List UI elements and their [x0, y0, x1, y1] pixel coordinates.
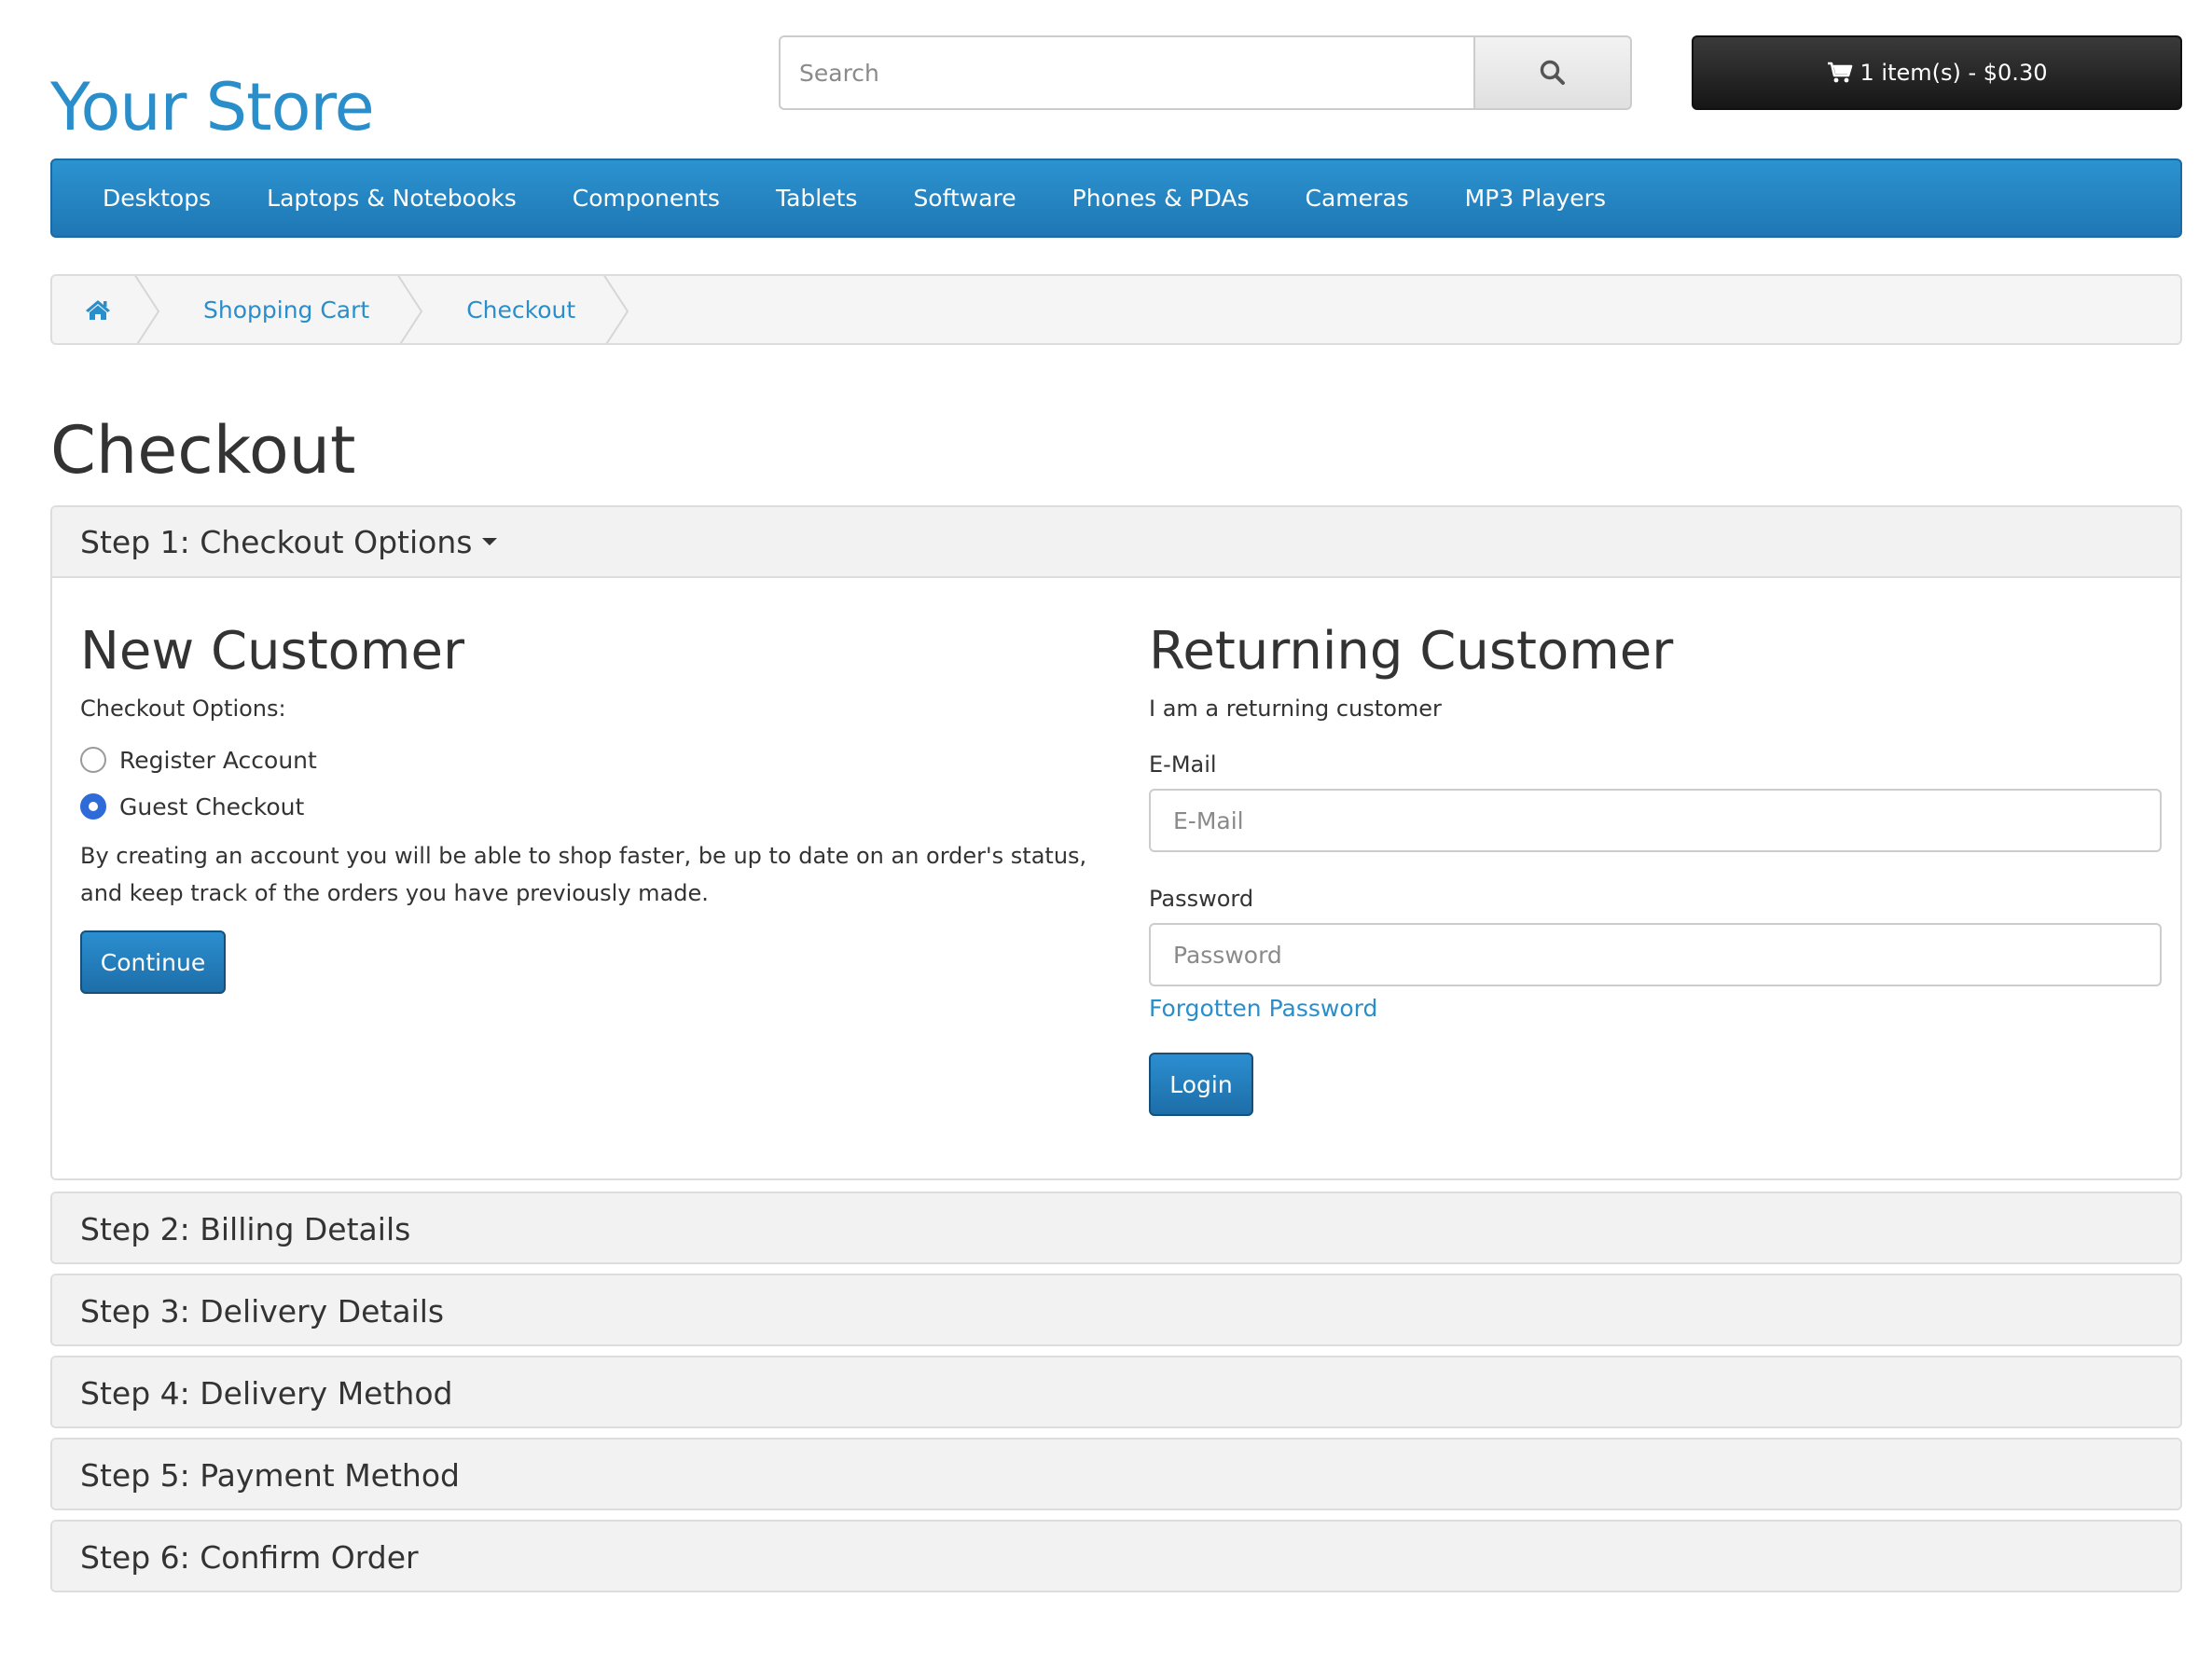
step-2-panel: Step 2: Billing Details — [50, 1192, 2182, 1264]
cart-button[interactable]: 1 item(s) - $0.30 — [1692, 35, 2182, 110]
returning-customer-subtitle: I am a returning customer — [1149, 696, 1442, 722]
step-2-heading[interactable]: Step 2: Billing Details — [52, 1193, 2180, 1262]
step-5-panel: Step 5: Payment Method — [50, 1438, 2182, 1510]
step-3-heading[interactable]: Step 3: Delivery Details — [52, 1275, 2180, 1344]
register-account-label: Register Account — [119, 746, 317, 774]
step-5-heading[interactable]: Step 5: Payment Method — [52, 1440, 2180, 1509]
search-bar — [779, 35, 1632, 110]
returning-customer-heading: Returning Customer — [1149, 621, 1674, 682]
breadcrumb-home[interactable] — [52, 276, 144, 343]
guest-checkout-radio[interactable] — [80, 793, 106, 820]
step-4-title: Step 4: Delivery Method — [80, 1374, 453, 1412]
step-1-title: Step 1: Checkout Options — [80, 523, 473, 560]
forgotten-password-link[interactable]: Forgotten Password — [1149, 995, 1377, 1022]
step-1-heading[interactable]: Step 1: Checkout Options — [52, 507, 2180, 578]
step-1-panel: Step 1: Checkout Options New Customer Ch… — [50, 505, 2182, 1180]
breadcrumb: Shopping Cart Checkout — [50, 274, 2182, 345]
step-3-title: Step 3: Delivery Details — [80, 1292, 445, 1329]
breadcrumb-checkout[interactable]: Checkout — [407, 276, 613, 343]
menu-item-phones-pdas[interactable]: Phones & PDAs — [1044, 158, 1278, 238]
continue-button[interactable]: Continue — [80, 930, 226, 994]
login-button[interactable]: Login — [1149, 1053, 1253, 1116]
step-6-heading[interactable]: Step 6: Confirm Order — [52, 1522, 2180, 1591]
breadcrumb-shopping-cart[interactable]: Shopping Cart — [144, 276, 407, 343]
step-6-title: Step 6: Confirm Order — [80, 1538, 419, 1576]
category-menu: Desktops Laptops & Notebooks Components … — [50, 158, 2182, 238]
caret-down-icon — [482, 538, 498, 545]
returning-customer-section: Returning Customer I am a returning cust… — [1149, 578, 2165, 1116]
new-customer-heading: New Customer — [80, 621, 464, 682]
step-4-heading[interactable]: Step 4: Delivery Method — [52, 1357, 2180, 1426]
guest-checkout-label: Guest Checkout — [119, 792, 305, 820]
email-label: E-Mail — [1149, 751, 1217, 778]
email-field[interactable] — [1149, 789, 2162, 852]
password-label: Password — [1149, 886, 1254, 912]
step-3-panel: Step 3: Delivery Details — [50, 1274, 2182, 1346]
menu-item-mp3-players[interactable]: MP3 Players — [1437, 158, 1634, 238]
step-5-title: Step 5: Payment Method — [80, 1456, 460, 1494]
menu-item-desktops[interactable]: Desktops — [75, 158, 239, 238]
search-button[interactable] — [1473, 35, 1632, 110]
register-account-option[interactable]: Register Account — [80, 737, 1106, 783]
step-6-panel: Step 6: Confirm Order — [50, 1520, 2182, 1592]
home-icon — [86, 300, 110, 320]
page-title: Checkout — [50, 412, 356, 489]
register-account-radio[interactable] — [80, 747, 106, 773]
guest-checkout-option[interactable]: Guest Checkout — [80, 783, 1106, 830]
menu-item-cameras[interactable]: Cameras — [1278, 158, 1437, 238]
step-2-title: Step 2: Billing Details — [80, 1210, 411, 1247]
menu-item-laptops-notebooks[interactable]: Laptops & Notebooks — [239, 158, 545, 238]
menu-item-tablets[interactable]: Tablets — [748, 158, 885, 238]
password-field[interactable] — [1149, 923, 2162, 986]
shopping-cart-icon — [1827, 62, 1852, 83]
store-logo[interactable]: Your Store — [50, 67, 375, 147]
search-input[interactable] — [779, 35, 1473, 110]
checkout-options-label: Checkout Options: — [80, 696, 286, 722]
new-customer-section: New Customer Checkout Options: Register … — [80, 578, 1106, 994]
cart-total-label: 1 item(s) - $0.30 — [1859, 60, 2048, 86]
menu-item-components[interactable]: Components — [545, 158, 748, 238]
search-icon — [1540, 60, 1565, 85]
account-benefits-text: By creating an account you will be able … — [80, 843, 1087, 906]
step-4-panel: Step 4: Delivery Method — [50, 1356, 2182, 1428]
menu-item-software[interactable]: Software — [885, 158, 1044, 238]
